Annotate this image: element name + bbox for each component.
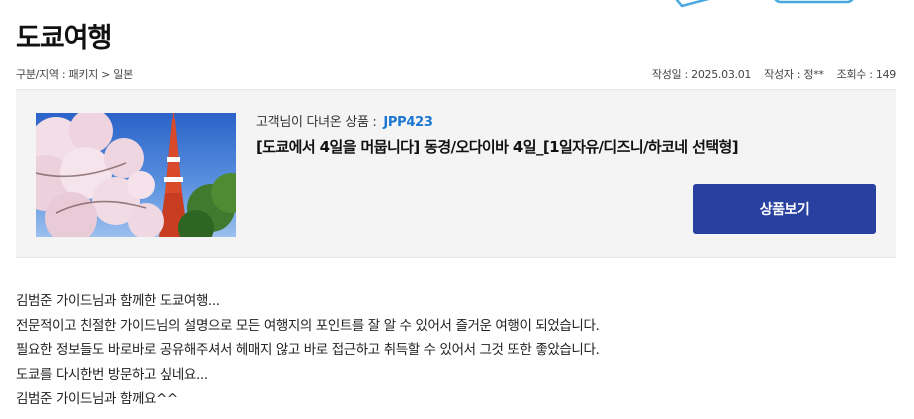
review-line: 전문적이고 친절한 가이드님의 설명으로 모든 여행지의 포인트를 잘 알 수 … <box>16 317 600 334</box>
product-code-label: 고객님이 다녀온 상품 : <box>256 115 381 130</box>
date-meta: 작성일 : 2025.03.01 <box>651 66 752 82</box>
post-meta: 구분/지역 : 패키지 > 일본 작성일 : 2025.03.01 작성자 : … <box>16 66 896 82</box>
review-line: 김범준 가이드님과 함께요^^ <box>16 391 178 407</box>
category-meta: 구분/지역 : 패키지 > 일본 <box>16 66 133 82</box>
tokyo-tower-photo-icon <box>36 113 236 237</box>
review-line: 도쿄를 다시한번 방문하고 싶네요... <box>16 366 208 383</box>
product-name[interactable]: [도쿄에서 4일을 머뭅니다] 동경/오다이바 4일_[1일자유/디즈니/하코네… <box>256 136 739 157</box>
views-label: 조회수 : <box>836 68 876 81</box>
product-code-line: 고객님이 다녀온 상품 : JPP423 <box>256 111 433 130</box>
review-line: 필요한 정보들도 바로바로 공유해주셔서 헤매지 않고 바로 접근하고 취득할 … <box>16 342 600 358</box>
views-value: 149 <box>875 68 896 81</box>
review-line: 김범준 가이드님과 함께한 도쿄여행... <box>16 293 220 309</box>
page-title: 도쿄여행 <box>16 23 112 54</box>
product-code[interactable]: JPP423 <box>383 115 433 130</box>
view-product-button[interactable]: 상품보기 <box>693 184 876 234</box>
category-label: 구분/지역 : <box>16 68 69 81</box>
category-value: 패키지 > 일본 <box>68 68 134 81</box>
date-value: 2025.03.01 <box>691 68 752 81</box>
author-value: 정** <box>803 68 824 81</box>
author-label: 작성자 : <box>764 68 804 81</box>
product-card: 고객님이 다녀온 상품 : JPP423 [도쿄에서 4일을 머뭅니다] 동경/… <box>16 89 896 258</box>
review-body: 김범준 가이드님과 함께한 도쿄여행... 전문적이고 친절한 가이드님의 설명… <box>16 289 876 412</box>
product-thumbnail[interactable] <box>36 113 236 237</box>
decorative-illustration <box>675 0 854 8</box>
views-meta: 조회수 : 149 <box>836 66 897 82</box>
author-meta: 작성자 : 정** <box>764 66 824 82</box>
date-label: 작성일 : <box>651 68 692 81</box>
